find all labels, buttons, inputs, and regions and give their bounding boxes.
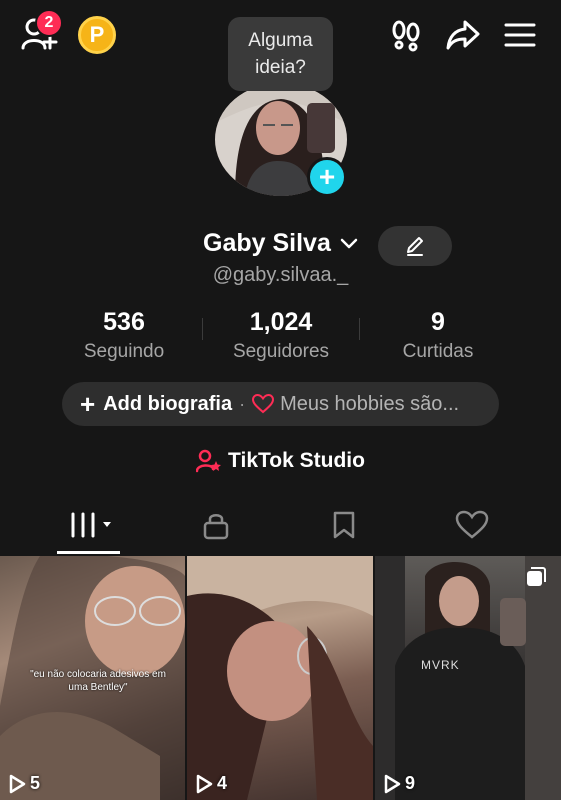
- add-avatar-button[interactable]: +: [307, 157, 347, 197]
- stat-label: Seguindo: [83, 341, 165, 362]
- video-thumbnail[interactable]: "eu não colocaria adesivos em uma Bentle…: [0, 556, 185, 800]
- hobbies-suggestion: Meus hobbies são...: [280, 392, 460, 415]
- profile-name: Gaby Silva: [203, 229, 331, 257]
- profile-handle: @gaby.silvaa._: [212, 264, 349, 286]
- studio-label: TikTok Studio: [228, 449, 365, 472]
- stat-value: 1,024: [249, 308, 313, 336]
- stat-label: Seguidores: [232, 341, 330, 362]
- tooltip-line-2: ideia?: [255, 57, 306, 78]
- add-bio-label: Add biografia: [103, 392, 233, 415]
- tab-liked[interactable]: [412, 498, 532, 552]
- plus-icon: +: [80, 389, 96, 419]
- view-count: 5: [8, 773, 40, 794]
- studio-icon: [196, 449, 222, 473]
- view-count: 4: [195, 773, 227, 794]
- name-row: Gaby Silva: [0, 226, 561, 266]
- stat-followers[interactable]: 1,024 Seguidores: [211, 308, 351, 363]
- play-icon: [196, 774, 213, 793]
- view-count-value: 5: [30, 773, 41, 793]
- coin-icon[interactable]: P: [78, 16, 116, 54]
- tiktok-studio-link[interactable]: TikTok Studio: [0, 446, 561, 476]
- video-thumbnail[interactable]: 4: [187, 556, 373, 800]
- video-thumbnail[interactable]: MVRK 9: [375, 556, 561, 800]
- edit-profile-button[interactable]: [378, 226, 452, 266]
- heart-outline-icon: [252, 394, 275, 414]
- stat-likes[interactable]: 9 Curtidas: [368, 308, 508, 363]
- content-tabs: [0, 498, 561, 554]
- heart-icon: [455, 510, 489, 539]
- play-icon: [9, 774, 26, 793]
- chevron-down-icon[interactable]: [339, 234, 359, 254]
- separator: ·: [239, 393, 246, 414]
- view-count: 9: [383, 773, 415, 794]
- bookmark-icon: [333, 511, 355, 539]
- view-count-value: 9: [405, 773, 416, 793]
- active-tab-indicator: [57, 551, 120, 554]
- tab-videos[interactable]: [32, 498, 152, 552]
- pencil-icon: [407, 237, 423, 256]
- stat-value: 536: [103, 308, 145, 336]
- stat-value: 9: [431, 308, 445, 336]
- menu-icon[interactable]: [503, 18, 539, 52]
- add-bio-button[interactable]: + Add biografia · Meus hobbies são...: [62, 382, 499, 426]
- stats-divider: [202, 318, 203, 340]
- stats-row: 536 Seguindo 1,024 Seguidores 9 Curtidas: [0, 308, 561, 368]
- shirt-text: MVRK: [421, 658, 460, 672]
- lock-icon: [203, 514, 229, 540]
- stats-divider: [359, 318, 360, 340]
- view-count-value: 4: [217, 773, 228, 793]
- tab-private[interactable]: [156, 498, 276, 552]
- share-icon[interactable]: [445, 18, 481, 52]
- multi-photo-icon: [525, 566, 547, 588]
- stat-label: Curtidas: [402, 341, 474, 362]
- video-caption: "eu não colocaria adesivos em uma Bentle…: [30, 669, 166, 693]
- tab-saved[interactable]: [284, 498, 404, 552]
- notification-badge: 2: [35, 9, 63, 37]
- video-grid: "eu não colocaria adesivos em uma Bentle…: [0, 556, 561, 800]
- play-icon: [384, 774, 401, 793]
- idea-tooltip: Alguma ideia?: [228, 17, 333, 91]
- tooltip-line-1: Alguma: [248, 30, 313, 51]
- grid-icon: [69, 512, 111, 538]
- stat-following[interactable]: 536 Seguindo: [54, 308, 194, 363]
- footprints-icon[interactable]: [389, 18, 425, 52]
